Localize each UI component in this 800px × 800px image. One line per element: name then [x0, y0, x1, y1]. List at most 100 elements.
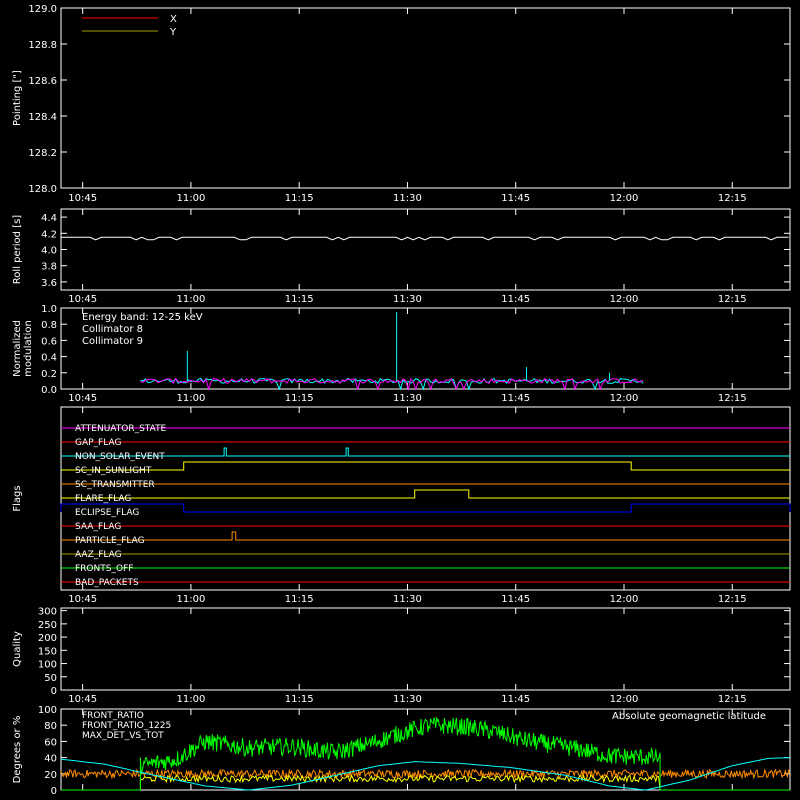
panel-frame: [60, 208, 791, 291]
x-tick-label: 10:45: [68, 393, 97, 404]
legend-label-x: X: [170, 14, 177, 25]
legend-label-y: Y: [169, 27, 177, 38]
flag-line-non-solar-event: [61, 447, 790, 457]
x-tick-label: 11:30: [393, 193, 422, 204]
flag-label: AAZ_FLAG: [75, 550, 122, 560]
geomagnetic-latitude-line: [60, 757, 791, 791]
x-tick-label: 11:15: [285, 393, 314, 404]
x-tick-label: 12:00: [610, 694, 639, 705]
y-tick-label: 0.8: [41, 320, 57, 331]
y-tick-label: 3.6: [41, 278, 57, 289]
y-tick-label: 128.2: [28, 148, 57, 159]
y-tick-label: 0.4: [41, 353, 57, 364]
flag-label: PARTICLE_FLAG: [75, 536, 145, 546]
y-tick-label: 60: [44, 737, 57, 748]
geomagnetic-legend-label: Absolute geomagnetic latitude: [612, 711, 766, 722]
flag-label: BAD_PACKETS: [75, 578, 139, 588]
x-tick-label: 12:15: [718, 393, 747, 404]
flag-label: FRONTS_OFF: [75, 564, 133, 574]
y-tick-label: 0: [51, 686, 57, 697]
y-tick-label: 4.0: [41, 246, 57, 257]
y-tick-label: 129.0: [28, 4, 57, 15]
flag-line-particle-flag: [61, 531, 790, 541]
y-tick-label: 100: [38, 660, 57, 671]
y-tick-label: 250: [38, 620, 57, 631]
x-tick-label: 12:00: [610, 193, 639, 204]
y-tick-label: 300: [38, 607, 57, 618]
x-tick-label: 11:45: [501, 393, 530, 404]
x-tick-label: 12:15: [718, 193, 747, 204]
degrees-legend-label: MAX_DET_VS_TOT: [82, 731, 164, 741]
degrees-legend-label: FRONT_RATIO: [82, 711, 144, 721]
modulation-legend-label: Collimator 8: [82, 324, 143, 335]
flag-label: ATTENUATOR_STATE: [75, 424, 167, 434]
flag-label: SC_IN_SUNLIGHT: [75, 466, 152, 476]
y-tick-label: 4.2: [41, 229, 57, 240]
x-tick-label: 11:00: [177, 594, 206, 605]
y-tick-label: 3.8: [41, 262, 57, 273]
flag-label: SC_TRANSMITTER: [75, 480, 155, 490]
y-tick-label: 150: [38, 646, 57, 657]
y-tick-label: 1.0: [41, 304, 57, 315]
y-tick-label: 20: [44, 770, 57, 781]
y-tick-label: 200: [38, 633, 57, 644]
x-tick-label: 12:00: [610, 594, 639, 605]
x-tick-label: 12:00: [610, 294, 639, 305]
x-tick-label: 11:45: [501, 193, 530, 204]
flag-line-flare-flag: [61, 489, 790, 499]
y-tick-label: 50: [44, 673, 57, 684]
y-tick-label: 0.0: [41, 385, 57, 396]
flag-label: GAP_FLAG: [75, 438, 121, 448]
y-tick-label: 128.0: [28, 184, 57, 195]
x-tick-label: 12:15: [718, 594, 747, 605]
flag-label: FLARE_FLAG: [75, 494, 131, 504]
flag-label: ECLIPSE_FLAG: [75, 508, 139, 518]
y-tick-label: 128.4: [28, 112, 57, 123]
y-tick-label: 0: [51, 786, 57, 797]
x-tick-label: 11:30: [393, 694, 422, 705]
x-tick-label: 11:45: [501, 294, 530, 305]
panel-frame: [60, 607, 791, 691]
collimator-9-line: [140, 377, 644, 391]
y-axis-label: Normalized: [12, 320, 23, 377]
y-axis-label: modulation: [23, 320, 34, 377]
x-tick-label: 11:30: [393, 393, 422, 404]
degrees-legend-label: FRONT_RATIO_1225: [82, 721, 171, 731]
x-tick-label: 10:45: [68, 594, 97, 605]
x-tick-label: 11:00: [177, 694, 206, 705]
x-tick-label: 12:15: [718, 694, 747, 705]
modulation-legend-label: Collimator 9: [82, 336, 143, 347]
y-tick-label: 100: [38, 705, 57, 716]
y-axis-label: Flags: [12, 485, 23, 511]
roll-period-line: [61, 236, 789, 241]
y-tick-label: 40: [44, 754, 57, 765]
y-tick-label: 80: [44, 721, 57, 732]
y-axis-label: Roll period [s]: [12, 215, 23, 284]
x-tick-label: 11:15: [285, 193, 314, 204]
observing-summary-chart: 10:45 11:00 11:15 11:30 11:45 12:00 12:15 128.0…: [12, 4, 791, 797]
x-tick-label: 10:45: [68, 694, 97, 705]
x-tick-label: 11:45: [501, 694, 530, 705]
y-axis-label: Degrees or %: [12, 716, 23, 784]
x-tick-label: 11:45: [501, 594, 530, 605]
x-tick-label: 11:15: [285, 594, 314, 605]
flag-line-eclipse-flag: [60, 503, 791, 513]
x-tick-label: 11:00: [177, 193, 206, 204]
y-tick-label: 128.8: [28, 40, 57, 51]
flag-line-sc-in-sunlight: [61, 461, 790, 471]
y-tick-label: 128.6: [28, 76, 57, 87]
modulation-legend-label: Energy band: 12-25 keV: [82, 312, 203, 323]
y-tick-label: 0.2: [41, 369, 57, 380]
y-axis-label: Pointing ["]: [12, 70, 23, 126]
flag-label: SAA_FLAG: [75, 522, 121, 532]
x-tick-label: 10:45: [68, 294, 97, 305]
x-tick-label: 11:00: [177, 393, 206, 404]
x-tick-label: 12:00: [610, 393, 639, 404]
x-tick-label: 11:15: [285, 694, 314, 705]
x-tick-label: 10:45: [68, 193, 97, 204]
x-tick-label: 12:15: [718, 294, 747, 305]
x-tick-label: 11:00: [177, 294, 206, 305]
flag-label: NON_SOLAR_EVENT: [75, 452, 165, 462]
x-tick-label: 11:30: [393, 294, 422, 305]
y-axis-label: Quality: [12, 631, 23, 667]
